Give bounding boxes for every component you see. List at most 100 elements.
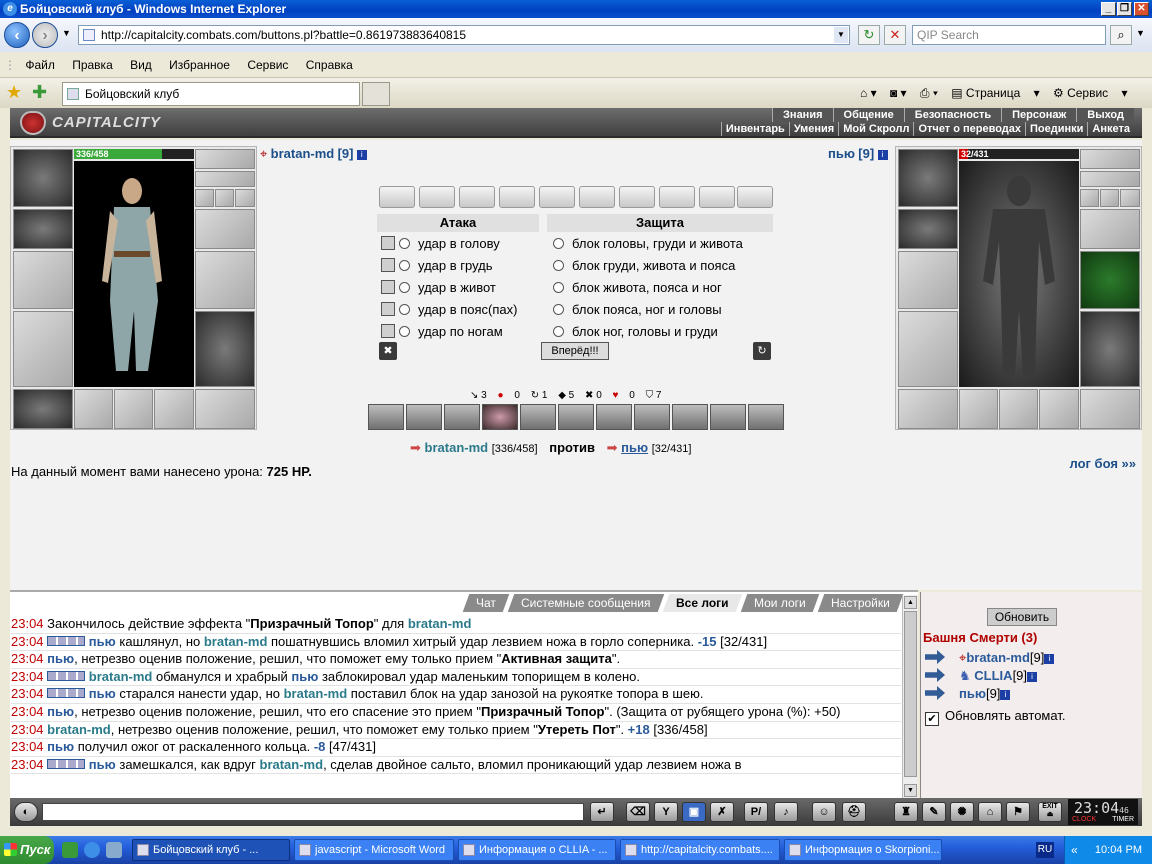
eraser-icon[interactable]: ⌫ — [626, 802, 650, 822]
filter-icon[interactable]: Y — [654, 802, 678, 822]
defense-option-2[interactable]: блок груди, живота и пояса — [553, 256, 735, 276]
defense-option-5[interactable]: блок ног, головы и груди — [553, 322, 718, 342]
player-list-item[interactable]: ♞ CLLIA[9] i — [925, 668, 1038, 684]
attack-radio-2[interactable] — [399, 260, 410, 271]
menu-view[interactable]: Вид — [130, 52, 152, 78]
defense-radio-3[interactable] — [553, 282, 564, 293]
task-info-skorpioni[interactable]: Информация о Skorpioni... — [784, 839, 942, 861]
nav-profile[interactable]: Анкета — [1087, 122, 1134, 136]
player-name-label[interactable]: ⌖ bratan-md [9] i — [260, 146, 367, 162]
enemy-ring-slot-1[interactable] — [1080, 189, 1099, 207]
ability-6-icon[interactable] — [558, 404, 594, 430]
close-window-button[interactable]: ✕ — [1134, 2, 1149, 16]
ability-9-icon[interactable] — [672, 404, 708, 430]
attack-extra-radio-4[interactable] — [381, 302, 395, 316]
tray-expand-icon[interactable]: « — [1071, 836, 1078, 864]
attack-legs-option[interactable]: удар по ногам — [381, 322, 503, 342]
scroll-up-icon[interactable]: ▲ — [904, 596, 917, 609]
nav-fights[interactable]: Поединки — [1025, 122, 1087, 136]
ability-4-icon[interactable] — [482, 404, 518, 430]
auto-refresh-option[interactable]: ✔ Обновлять автомат. — [925, 708, 1065, 726]
enemy-bracers-slot[interactable] — [898, 209, 958, 249]
tab-all-logs[interactable]: Все логи — [662, 594, 743, 612]
ability-11-icon[interactable] — [748, 404, 784, 430]
quicklaunch-ie-icon[interactable] — [84, 842, 100, 858]
list-info-icon[interactable]: i — [1027, 671, 1038, 682]
address-bar[interactable]: http://capitalcity.combats.com/buttons.p… — [78, 25, 850, 45]
clock-tag[interactable]: CLOCK — [1072, 816, 1096, 824]
offhand-slot[interactable] — [195, 251, 255, 309]
enemy-spell-slot-3[interactable] — [1039, 389, 1079, 429]
log-nick[interactable]: пью — [89, 634, 116, 649]
nav-transfer-report[interactable]: Отчет о переводах — [913, 122, 1025, 136]
tab-settings[interactable]: Настройки — [817, 594, 904, 612]
page-menu[interactable]: ▤ Страница ▾ — [951, 86, 1039, 100]
task-fight-club[interactable]: Бойцовский клуб - ... — [132, 839, 290, 861]
enemy-info-icon[interactable]: i — [877, 149, 888, 160]
defense-radio-5[interactable] — [553, 326, 564, 337]
player-list-item[interactable]: ⌖bratan-md[9] i — [925, 650, 1055, 666]
bracers-slot[interactable] — [13, 209, 73, 249]
defense-radio-1[interactable] — [553, 238, 564, 249]
attack-radio-1[interactable] — [399, 238, 410, 249]
spell-slot-2[interactable] — [114, 389, 153, 429]
log-nick[interactable]: bratan-md — [284, 686, 348, 701]
list-info-icon[interactable]: i — [1044, 653, 1055, 664]
defense-radio-2[interactable] — [553, 260, 564, 271]
tab-my-logs[interactable]: Мои логи — [740, 594, 820, 612]
enemy-earrings-slot[interactable] — [1080, 149, 1140, 169]
new-tab-button[interactable] — [362, 82, 390, 106]
menu-help[interactable]: Справка — [306, 52, 353, 78]
attack-waist-option[interactable]: удар в пояс(пах) — [381, 300, 517, 320]
home-icon[interactable]: ⌂ ▾ — [860, 86, 877, 100]
ability-7-icon[interactable] — [596, 404, 632, 430]
transfer-arrow-icon[interactable] — [925, 668, 945, 682]
reset-icon[interactable]: ✖ — [379, 342, 397, 360]
nav-social[interactable]: Общение — [832, 108, 904, 122]
ability-8-icon[interactable] — [634, 404, 670, 430]
tray-clock[interactable]: 10:04 PM — [1095, 844, 1142, 856]
scroll-slot-3[interactable] — [459, 186, 495, 208]
log-nick[interactable]: пью — [47, 739, 74, 754]
log-nick[interactable]: пью — [47, 704, 74, 719]
favorites-star-icon[interactable]: ★ — [6, 82, 22, 103]
scroll-slot-7[interactable] — [619, 186, 655, 208]
ability-1-icon[interactable] — [368, 404, 404, 430]
stop-icon[interactable]: ✕ — [884, 25, 906, 45]
enemy-ring-slot-2[interactable] — [1100, 189, 1119, 207]
attack-head-option[interactable]: удар в голову — [381, 234, 500, 254]
attack-chest-option[interactable]: удар в грудь — [381, 256, 493, 276]
scroll-slot-8[interactable] — [659, 186, 695, 208]
transfer-arrow-icon[interactable] — [925, 650, 945, 664]
search-input[interactable]: QIP Search — [912, 25, 1106, 45]
ring-slot-1[interactable] — [195, 189, 214, 207]
auto-refresh-checkbox[interactable]: ✔ — [925, 712, 939, 726]
log-nick[interactable]: пью — [89, 686, 116, 701]
scroll-down-icon[interactable]: ▼ — [904, 784, 917, 797]
ability-2-icon[interactable] — [406, 404, 442, 430]
ring-slot-2[interactable] — [215, 189, 234, 207]
attack-extra-radio-2[interactable] — [381, 258, 395, 272]
send-icon[interactable]: ↵ — [590, 802, 614, 822]
search-icon[interactable]: ⌕ — [1110, 25, 1132, 45]
scroll-thumb[interactable] — [904, 611, 917, 777]
gear-icon[interactable]: ✺ — [950, 802, 974, 822]
attack-radio-4[interactable] — [399, 304, 410, 315]
leggings-slot[interactable] — [195, 311, 255, 387]
ability-3-icon[interactable] — [444, 404, 480, 430]
player-list-item[interactable]: пью[9] i — [925, 686, 1011, 701]
scroll-slot-4[interactable] — [499, 186, 535, 208]
enemy-offhand-slot[interactable] — [1080, 251, 1140, 309]
feeds-icon[interactable]: ◙ ▾ — [890, 86, 907, 100]
tab-fight-club[interactable]: Бойцовский клуб — [62, 82, 360, 106]
enemy-weapon-slot[interactable] — [898, 251, 958, 309]
helmet-slot[interactable] — [13, 149, 73, 207]
log-nick[interactable]: bratan-md — [408, 616, 472, 631]
nav-skills[interactable]: Умения — [788, 122, 838, 136]
nav-knowledge[interactable]: Знания — [772, 108, 833, 122]
task-word[interactable]: javascript - Microsoft Word — [294, 839, 454, 861]
save-icon[interactable]: ▣ — [682, 802, 706, 822]
forward-attack-button[interactable]: Вперёд!!! — [541, 342, 609, 360]
enemy-spell-slot-2[interactable] — [999, 389, 1038, 429]
minimize-button[interactable]: _ — [1101, 2, 1116, 16]
